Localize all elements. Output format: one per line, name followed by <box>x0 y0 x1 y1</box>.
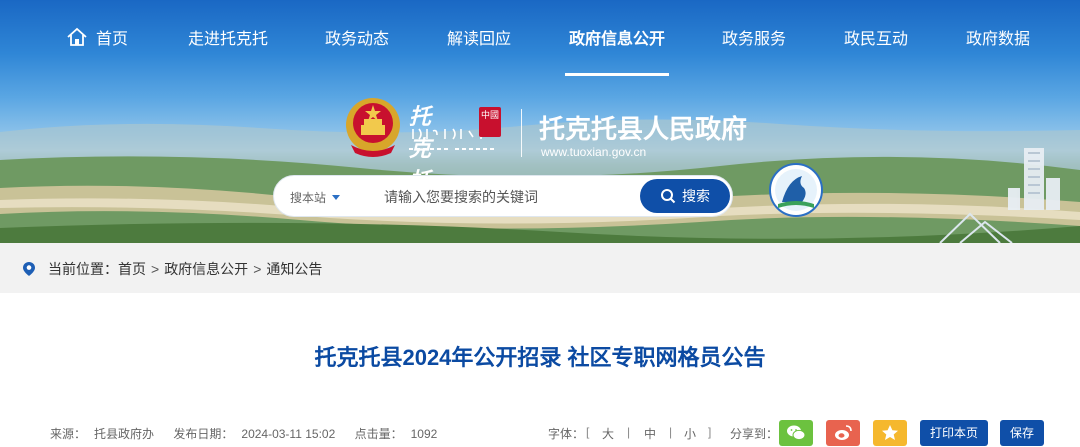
views-meta: 点击量： 1092 <box>355 427 446 441</box>
breadcrumb-separator: > <box>151 261 160 277</box>
date-meta: 发布日期： 2024-03-11 15:02 <box>173 427 343 441</box>
source-value: 托县政府办 <box>94 427 155 441</box>
location-pin-icon <box>23 262 35 276</box>
share-wechat-button[interactable] <box>779 420 813 446</box>
caret-down-icon <box>332 195 341 200</box>
search-bar: 搜本站 搜索 <box>273 175 733 217</box>
county-badge-icon <box>769 163 823 217</box>
nav-item-label: 首页 <box>96 31 129 48</box>
nav-item-services[interactable]: 政务服务 <box>722 0 786 76</box>
nav-item-news[interactable]: 政务动态 <box>325 0 389 76</box>
site-url: www.tuoxian.gov.cn <box>541 145 647 159</box>
breadcrumb-separator: > <box>253 261 262 277</box>
nav-item-interpretation[interactable]: 解读回应 <box>447 0 511 76</box>
share-label: 分享到： <box>730 427 779 441</box>
breadcrumb-item-notices[interactable]: 通知公告 <box>266 261 322 277</box>
article-title: 托克托县2024年公开招录 社区专职网格员公告 <box>314 345 766 370</box>
search-input[interactable] <box>384 182 634 212</box>
search-icon <box>661 189 676 204</box>
share-qzone-button[interactable] <box>873 420 907 446</box>
source-label: 来源： <box>50 427 87 441</box>
search-button[interactable]: 搜索 <box>640 179 730 213</box>
nav-item-data[interactable]: 政府数据 <box>966 0 1030 76</box>
font-size-label: 字体： <box>548 427 585 441</box>
breadcrumb-item-home[interactable]: 首页 <box>118 261 146 277</box>
breadcrumb-bar: 当前位置：首页 > 政府信息公开 > 通知公告 <box>0 243 1080 293</box>
nav-item-about[interactable]: 走进托克托 <box>188 0 268 76</box>
views-value: 1092 <box>410 427 438 441</box>
weibo-icon <box>835 425 852 440</box>
views-label: 点击量： <box>354 427 403 441</box>
national-emblem-icon <box>346 98 400 157</box>
slogan-dots-icon <box>409 148 494 150</box>
font-size-separator: | <box>669 425 673 439</box>
red-seal: 中國 <box>479 107 501 137</box>
search-button-label: 搜索 <box>682 188 710 204</box>
search-scope-select[interactable]: 搜本站 <box>290 176 341 218</box>
header-banner: 首页 走进托克托 政务动态 解读回应 政府信息公开 政务服务 政民互动 政府数据… <box>0 0 1080 243</box>
main-nav: 首页 走进托克托 政务动态 解读回应 政府信息公开 政务服务 政民互动 政府数据 <box>0 0 1080 76</box>
wechat-icon <box>787 425 806 441</box>
nav-item-home[interactable]: 首页 <box>66 0 128 76</box>
save-button[interactable]: 保存 <box>1000 420 1045 446</box>
home-icon <box>67 27 87 46</box>
share-weibo-button[interactable] <box>826 420 860 446</box>
source-meta: 来源： 托县政府办 <box>50 427 162 441</box>
breadcrumb: 当前位置：首页 > 政府信息公开 > 通知公告 <box>22 243 322 293</box>
nav-item-interaction[interactable]: 政民互动 <box>844 0 908 76</box>
print-button[interactable]: 打印本页 <box>920 420 989 446</box>
date-label: 发布日期： <box>173 427 234 441</box>
bracket-open: [ <box>586 425 590 439</box>
nav-item-info-disclosure[interactable]: 政府信息公开 <box>564 0 670 76</box>
breadcrumb-item-info-disclosure[interactable]: 政府信息公开 <box>164 261 248 277</box>
bracket-close: ] <box>708 425 712 439</box>
font-size-large[interactable]: 大 <box>602 425 614 442</box>
font-size-separator: | <box>627 425 631 439</box>
logo-divider <box>521 109 522 157</box>
date-value: 2024-03-11 15:02 <box>241 427 336 441</box>
font-size-small[interactable]: 小 <box>684 425 696 442</box>
breadcrumb-prefix: 当前位置： <box>48 261 118 277</box>
star-icon <box>882 425 898 440</box>
site-name: 托克托县人民政府 <box>539 115 748 145</box>
font-size-medium[interactable]: 中 <box>644 425 656 442</box>
search-scope-label: 搜本站 <box>290 191 327 205</box>
article-meta: 来源： 托县政府办 发布日期： 2024-03-11 15:02 点击量： 1092 <box>50 425 453 442</box>
